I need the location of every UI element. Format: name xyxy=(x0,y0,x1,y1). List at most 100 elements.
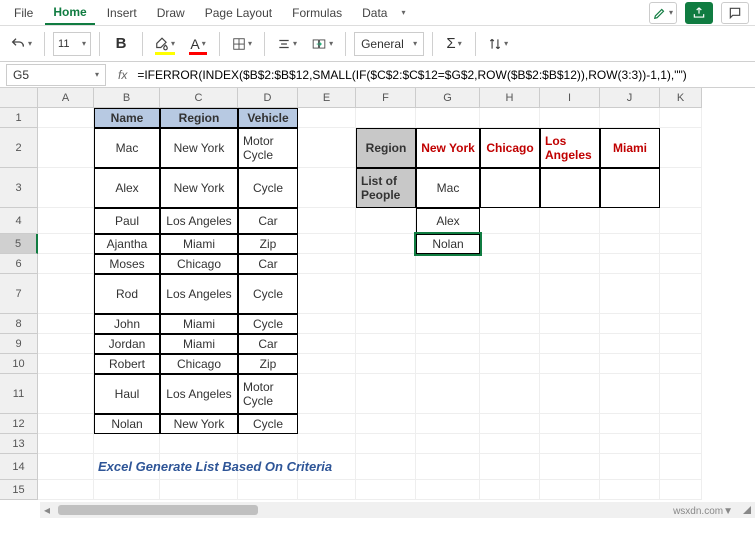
cell-C11[interactable]: Los Angeles xyxy=(160,374,238,414)
cell-B9[interactable]: Jordan xyxy=(94,334,160,354)
row-header-7[interactable]: 7 xyxy=(0,274,38,314)
tab-overflow-icon[interactable]: ▾ xyxy=(401,8,405,17)
cell-D4[interactable]: Car xyxy=(238,208,298,234)
col-header-J[interactable]: J xyxy=(600,88,660,108)
cell-H2[interactable]: Chicago xyxy=(480,128,540,168)
select-all-corner[interactable] xyxy=(0,88,38,108)
bold-button[interactable]: B xyxy=(108,31,134,57)
horizontal-scrollbar[interactable]: ◂ xyxy=(40,502,755,518)
cell-G4[interactable]: Alex xyxy=(416,208,480,234)
cell-C9[interactable]: Miami xyxy=(160,334,238,354)
cell-B14[interactable]: Excel Generate List Based On Criteria xyxy=(94,454,356,480)
cell-F3[interactable]: List of People xyxy=(356,168,416,208)
formula-input[interactable] xyxy=(133,64,755,86)
cell-B6[interactable]: Moses xyxy=(94,254,160,274)
cell-B3[interactable]: Alex xyxy=(94,168,160,208)
cell-F2[interactable]: Region xyxy=(356,128,416,168)
row-header-11[interactable]: 11 xyxy=(0,374,38,414)
row-header-10[interactable]: 10 xyxy=(0,354,38,374)
cell-I3[interactable] xyxy=(540,168,600,208)
borders-button[interactable]: ▾ xyxy=(228,31,256,57)
cell-J3[interactable] xyxy=(600,168,660,208)
row-header-4[interactable]: 4 xyxy=(0,208,38,234)
share-button[interactable] xyxy=(685,2,713,24)
cell-C2[interactable]: New York xyxy=(160,128,238,168)
cell-B7[interactable]: Rod xyxy=(94,274,160,314)
row-header-8[interactable]: 8 xyxy=(0,314,38,334)
row-header-14[interactable]: 14 xyxy=(0,454,38,480)
font-color-button[interactable]: A▾ xyxy=(185,31,211,57)
col-header-D[interactable]: D xyxy=(238,88,298,108)
cell-B12[interactable]: Nolan xyxy=(94,414,160,434)
cell-D6[interactable]: Car xyxy=(238,254,298,274)
row-header-2[interactable]: 2 xyxy=(0,128,38,168)
tab-page-layout[interactable]: Page Layout xyxy=(197,2,280,24)
cell-B2[interactable]: Mac xyxy=(94,128,160,168)
cell-C6[interactable]: Chicago xyxy=(160,254,238,274)
tab-home[interactable]: Home xyxy=(45,1,94,25)
cell-G2[interactable]: New York xyxy=(416,128,480,168)
cell-G3[interactable]: Mac xyxy=(416,168,480,208)
col-header-I[interactable]: I xyxy=(540,88,600,108)
undo-button[interactable]: ▾ xyxy=(6,31,36,57)
col-header-A[interactable]: A xyxy=(38,88,94,108)
cell-D8[interactable]: Cycle xyxy=(238,314,298,334)
cell-D7[interactable]: Cycle xyxy=(238,274,298,314)
cell-C1[interactable]: Region xyxy=(160,108,238,128)
cell-G5[interactable]: Nolan xyxy=(416,234,480,254)
cell-C7[interactable]: Los Angeles xyxy=(160,274,238,314)
number-format-select[interactable]: General▾ xyxy=(354,32,424,56)
row-header-13[interactable]: 13 xyxy=(0,434,38,454)
comments-button[interactable] xyxy=(721,2,749,24)
fill-color-button[interactable]: ▾ xyxy=(151,31,179,57)
row-header-9[interactable]: 9 xyxy=(0,334,38,354)
cell-C12[interactable]: New York xyxy=(160,414,238,434)
cell-B1[interactable]: Name xyxy=(94,108,160,128)
tab-formulas[interactable]: Formulas xyxy=(284,2,350,24)
tab-data[interactable]: Data xyxy=(354,2,395,24)
col-header-G[interactable]: G xyxy=(416,88,480,108)
name-box[interactable]: G5▾ xyxy=(6,64,106,86)
cell-C3[interactable]: New York xyxy=(160,168,238,208)
row-header-15[interactable]: 15 xyxy=(0,480,38,500)
cell-D3[interactable]: Cycle xyxy=(238,168,298,208)
cell-D11[interactable]: Motor Cycle xyxy=(238,374,298,414)
autosum-button[interactable]: Σ▾ xyxy=(441,31,467,57)
draw-mode-button[interactable]: ▾ xyxy=(649,2,677,24)
row-header-1[interactable]: 1 xyxy=(0,108,38,128)
row-header-6[interactable]: 6 xyxy=(0,254,38,274)
cell-H3[interactable] xyxy=(480,168,540,208)
cell-B5[interactable]: Ajantha xyxy=(94,234,160,254)
cell-B10[interactable]: Robert xyxy=(94,354,160,374)
cell-C4[interactable]: Los Angeles xyxy=(160,208,238,234)
cell-D2[interactable]: Motor Cycle xyxy=(238,128,298,168)
tab-draw[interactable]: Draw xyxy=(149,2,193,24)
cell-D1[interactable]: Vehicle xyxy=(238,108,298,128)
cell-D5[interactable]: Zip xyxy=(238,234,298,254)
col-header-E[interactable]: E xyxy=(298,88,356,108)
tab-file[interactable]: File xyxy=(6,2,41,24)
cell-J2[interactable]: Miami xyxy=(600,128,660,168)
cell-C8[interactable]: Miami xyxy=(160,314,238,334)
cell-B8[interactable]: John xyxy=(94,314,160,334)
col-header-C[interactable]: C xyxy=(160,88,238,108)
cell-B4[interactable]: Paul xyxy=(94,208,160,234)
cell-grid[interactable]: NameRegionVehicleMacNew YorkMotor CycleA… xyxy=(38,108,702,500)
row-header-5[interactable]: 5 xyxy=(0,234,38,254)
cell-C5[interactable]: Miami xyxy=(160,234,238,254)
row-header-3[interactable]: 3 xyxy=(0,168,38,208)
col-header-H[interactable]: H xyxy=(480,88,540,108)
cell-D10[interactable]: Zip xyxy=(238,354,298,374)
col-header-B[interactable]: B xyxy=(94,88,160,108)
fx-icon[interactable]: fx xyxy=(112,68,133,82)
col-header-K[interactable]: K xyxy=(660,88,702,108)
tab-insert[interactable]: Insert xyxy=(99,2,145,24)
font-size-input[interactable]: 11▾ xyxy=(53,32,91,56)
cell-D12[interactable]: Cycle xyxy=(238,414,298,434)
row-header-12[interactable]: 12 xyxy=(0,414,38,434)
col-header-F[interactable]: F xyxy=(356,88,416,108)
merge-button[interactable]: ▾ xyxy=(307,31,337,57)
cell-C10[interactable]: Chicago xyxy=(160,354,238,374)
cell-B11[interactable]: Haul xyxy=(94,374,160,414)
sort-filter-button[interactable]: ▾ xyxy=(484,31,512,57)
